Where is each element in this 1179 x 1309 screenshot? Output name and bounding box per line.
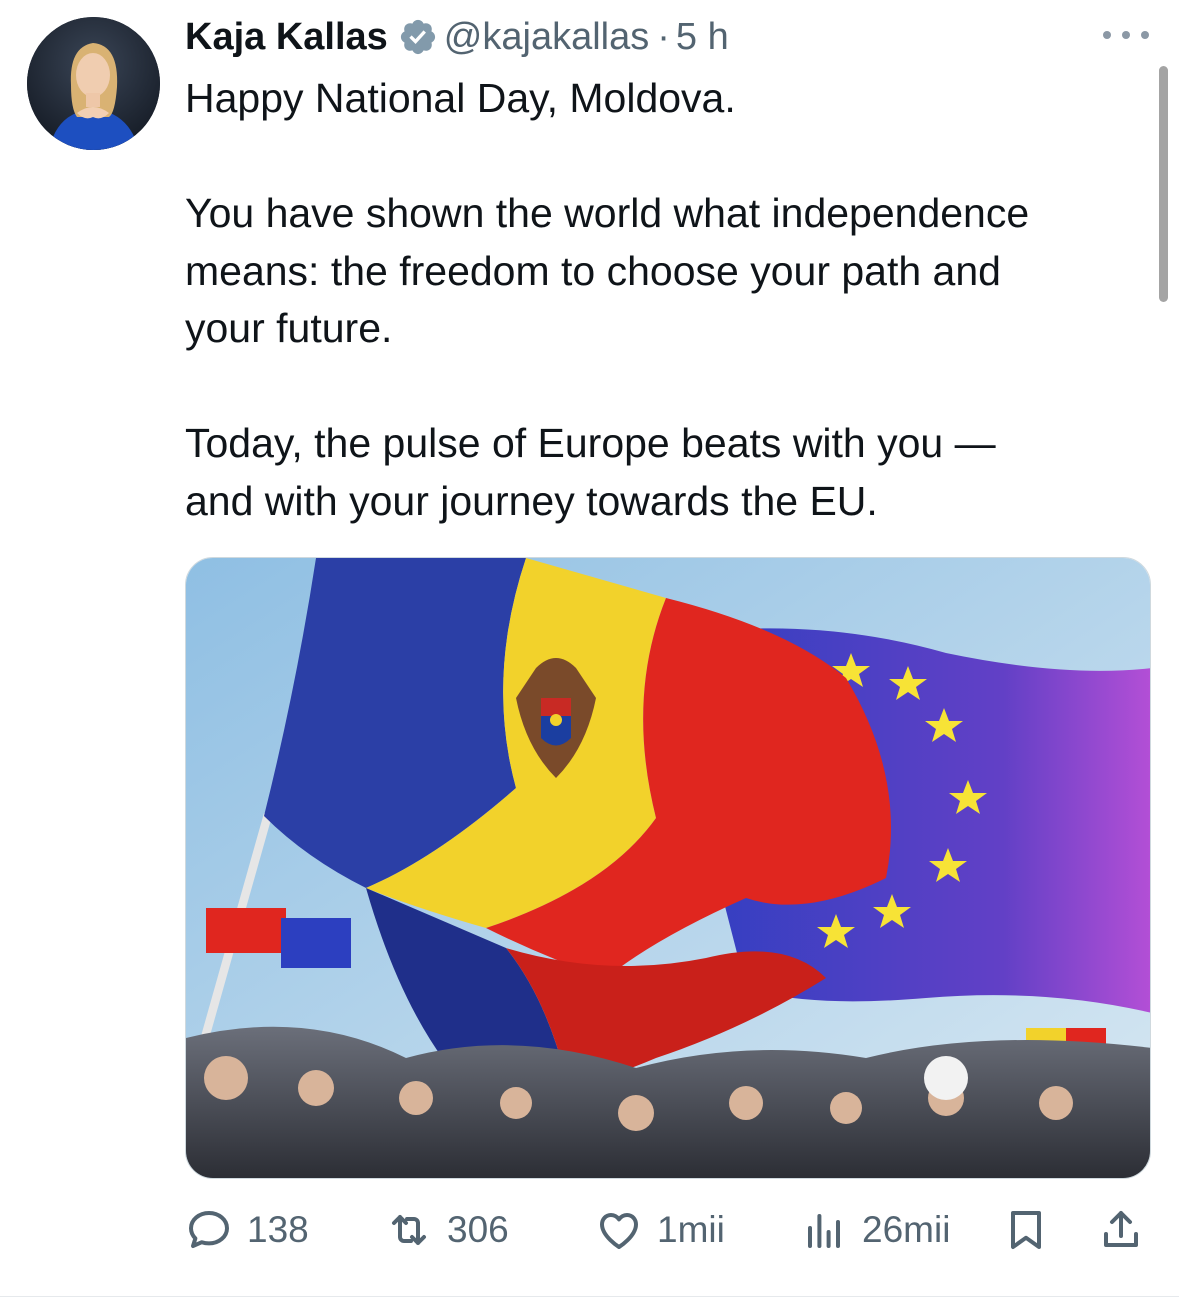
tweet-line: means: the freedom to choose your path a… — [185, 247, 1001, 294]
tweet-line: You have shown the world what independen… — [185, 190, 1030, 236]
share-button[interactable] — [1097, 1200, 1145, 1260]
scrollbar[interactable] — [1159, 66, 1168, 302]
separator-dot: · — [657, 16, 670, 58]
reply-count: 138 — [247, 1209, 309, 1250]
repost-button[interactable]: 306 — [385, 1200, 509, 1260]
timestamp[interactable]: 5 h — [676, 12, 729, 62]
bar-chart-icon — [808, 1214, 840, 1248]
author-name[interactable]: Kaja Kallas — [185, 12, 388, 62]
views-button[interactable]: 26mii — [800, 1200, 950, 1260]
author-handle[interactable]: @kajakallas — [444, 12, 649, 62]
bookmark-icon — [1011, 1211, 1041, 1249]
reply-bubble-icon — [189, 1211, 229, 1248]
tweet-text: Happy National Day, Moldova. You have sh… — [185, 70, 1145, 530]
bookmark-button[interactable] — [1002, 1200, 1050, 1260]
tweet-header: Kaja Kallas @kajakallas · 5 h — [185, 12, 1119, 62]
repost-count: 306 — [447, 1209, 509, 1250]
more-horizontal-icon[interactable] — [1103, 28, 1149, 42]
repost-icon — [392, 1215, 426, 1245]
like-count: 1mii — [657, 1209, 725, 1250]
tweet-line: your future. — [185, 305, 393, 351]
divider — [0, 1296, 1179, 1297]
tweet-line: and with your journey towards the EU. — [185, 477, 878, 524]
reply-button[interactable]: 138 — [185, 1200, 309, 1260]
tweet-image[interactable] — [185, 557, 1151, 1179]
share-icon — [1104, 1211, 1138, 1247]
heart-icon — [600, 1213, 638, 1249]
tweet-line: Happy National Day, Moldova. — [185, 75, 736, 121]
author-avatar[interactable] — [27, 17, 160, 150]
view-count: 26mii — [862, 1209, 951, 1250]
verified-badge-icon — [400, 19, 435, 55]
action-bar: 138 306 1mii 26mii — [185, 1200, 1145, 1260]
like-button[interactable]: 1mii — [595, 1200, 725, 1260]
tweet-line: Today, the pulse of Europe beats with yo… — [185, 420, 996, 466]
